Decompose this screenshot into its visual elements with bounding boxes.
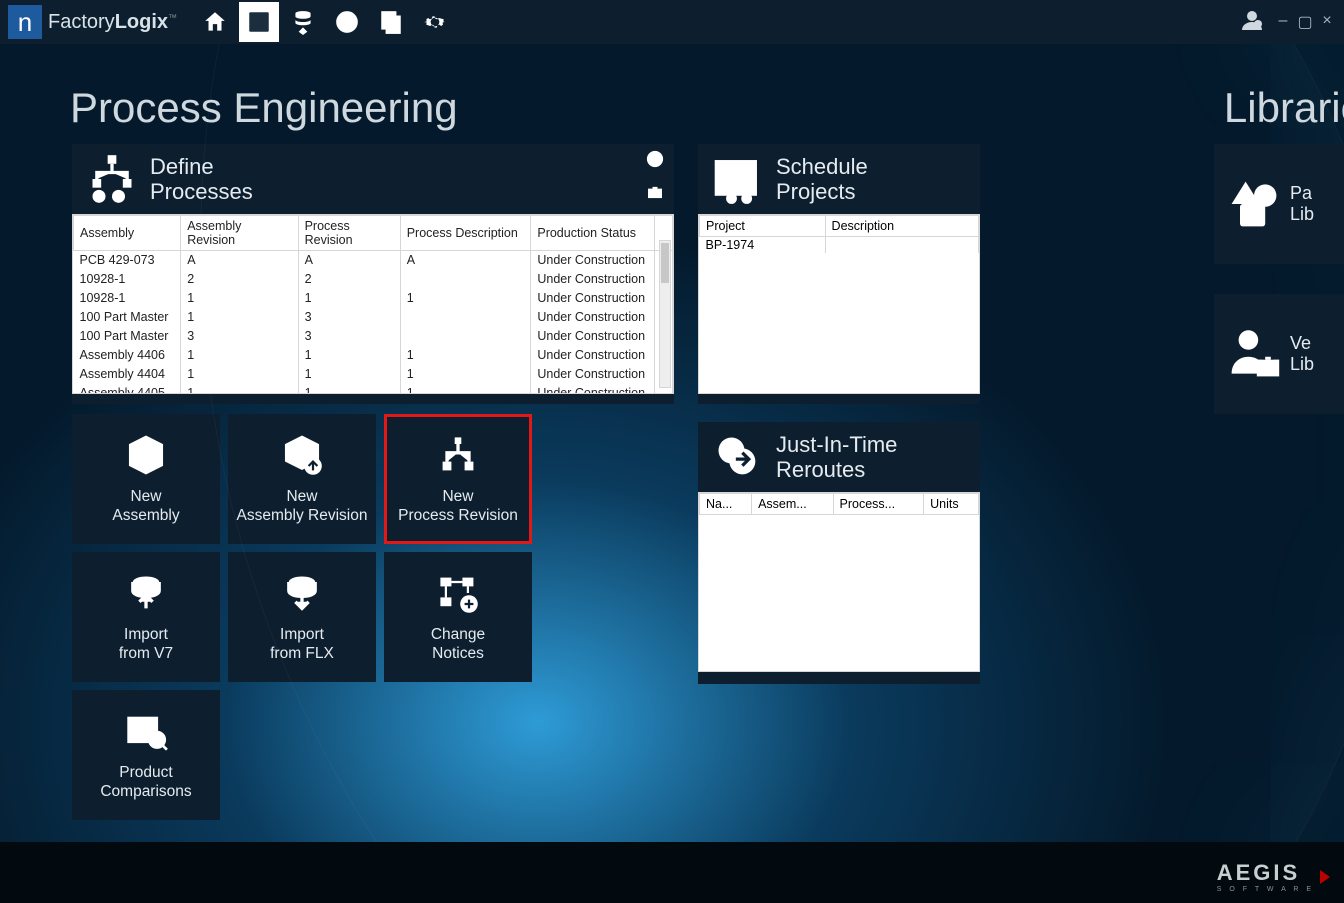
table-row[interactable]: 10928-122Under Construction: [74, 270, 673, 289]
add-icon[interactable]: [646, 150, 664, 173]
footer: AEGIS S O F T W A R E: [0, 842, 1344, 903]
side-tile-pa[interactable]: PaLib: [1214, 144, 1344, 264]
jit-title-1: Just-In-Time: [776, 432, 897, 457]
window-controls: – ▢ ×: [1274, 12, 1336, 32]
nav-globe[interactable]: [327, 2, 367, 42]
nav-settings[interactable]: [415, 2, 455, 42]
table-row[interactable]: 100 Part Master13Under Construction: [74, 308, 673, 327]
topbar: n FactoryLogix™ – ▢ ×: [0, 0, 1344, 44]
tile-from-flx[interactable]: Importfrom FLX: [228, 552, 376, 682]
col-status[interactable]: Production Status: [531, 216, 654, 251]
col-name[interactable]: Na...: [700, 494, 752, 515]
nav-dashboard[interactable]: [239, 2, 279, 42]
top-nav: [195, 2, 455, 42]
tile-assembly-revision[interactable]: NewAssembly Revision: [228, 414, 376, 544]
define-title-1: Define: [150, 154, 253, 179]
user-icon[interactable]: [1240, 8, 1264, 37]
tile-notices[interactable]: ChangeNotices: [384, 552, 532, 682]
schedule-title-1: Schedule: [776, 154, 868, 179]
brand-b: Logix: [115, 11, 168, 33]
col-process[interactable]: Process...: [833, 494, 924, 515]
scrollbar[interactable]: [659, 240, 671, 388]
page-title: Process Engineering: [70, 84, 458, 132]
col-process-rev[interactable]: Process Revision: [298, 216, 400, 251]
schedule-title-2: Projects: [776, 179, 868, 204]
schedule-projects-panel: Schedule Projects Project Description BP…: [698, 144, 980, 404]
main-content: Process Engineering Librarie Define Proc…: [0, 44, 1344, 842]
nav-home[interactable]: [195, 2, 235, 42]
jit-grid[interactable]: Na... Assem... Process... Units: [698, 492, 980, 672]
define-grid[interactable]: Assembly Assembly Revision Process Revis…: [72, 214, 674, 394]
action-tiles: NewAssemblyNewAssembly RevisionNewProces…: [72, 414, 682, 820]
schedule-icon: [708, 151, 768, 207]
minimize-button[interactable]: –: [1274, 12, 1292, 32]
table-row[interactable]: Assembly 4404111Under Construction: [74, 365, 673, 384]
table-row[interactable]: 10928-1111Under Construction: [74, 289, 673, 308]
table-row[interactable]: Assembly 4405111Under Construction: [74, 384, 673, 395]
nav-pages[interactable]: [371, 2, 411, 42]
define-icon: [82, 151, 142, 207]
col-project[interactable]: Project: [700, 216, 826, 237]
jit-reroutes-panel: Just-In-Time Reroutes Na... Assem... Pro…: [698, 422, 980, 684]
side-section-title: Librarie: [1224, 84, 1344, 132]
tile-comparisons[interactable]: ProductComparisons: [72, 690, 220, 820]
tile-process-revision[interactable]: NewProcess Revision: [384, 414, 532, 544]
jit-icon: [708, 429, 768, 485]
define-processes-panel: Define Processes Assembly Assembly Revis…: [72, 144, 674, 404]
close-button[interactable]: ×: [1318, 12, 1336, 32]
col-process-desc[interactable]: Process Description: [400, 216, 531, 251]
table-row[interactable]: 100 Part Master33Under Construction: [74, 327, 673, 346]
app-logo: n: [8, 5, 42, 39]
table-row[interactable]: BP-1974: [700, 237, 979, 254]
tile-from-v7[interactable]: Importfrom V7: [72, 552, 220, 682]
col-assembly-rev[interactable]: Assembly Revision: [181, 216, 298, 251]
col-assem[interactable]: Assem...: [752, 494, 833, 515]
col-units[interactable]: Units: [924, 494, 979, 515]
aegis-logo: AEGIS S O F T W A R E: [1217, 860, 1330, 893]
schedule-grid[interactable]: Project Description BP-1974: [698, 214, 980, 394]
tile-assembly[interactable]: NewAssembly: [72, 414, 220, 544]
table-row[interactable]: Assembly 4406111Under Construction: [74, 346, 673, 365]
table-row[interactable]: PCB 429-073AAAUnder Construction: [74, 251, 673, 270]
nav-import[interactable]: [283, 2, 323, 42]
col-assembly[interactable]: Assembly: [74, 216, 181, 251]
jit-title-2: Reroutes: [776, 457, 897, 482]
maximize-button[interactable]: ▢: [1296, 12, 1314, 32]
brand: FactoryLogix™: [48, 11, 177, 34]
col-description[interactable]: Description: [825, 216, 978, 237]
library-tiles: PaLib VeLib: [1214, 144, 1344, 414]
brand-a: Factory: [48, 11, 115, 33]
define-title-2: Processes: [150, 179, 253, 204]
briefcase-icon[interactable]: [646, 183, 664, 206]
side-tile-ve[interactable]: VeLib: [1214, 294, 1344, 414]
